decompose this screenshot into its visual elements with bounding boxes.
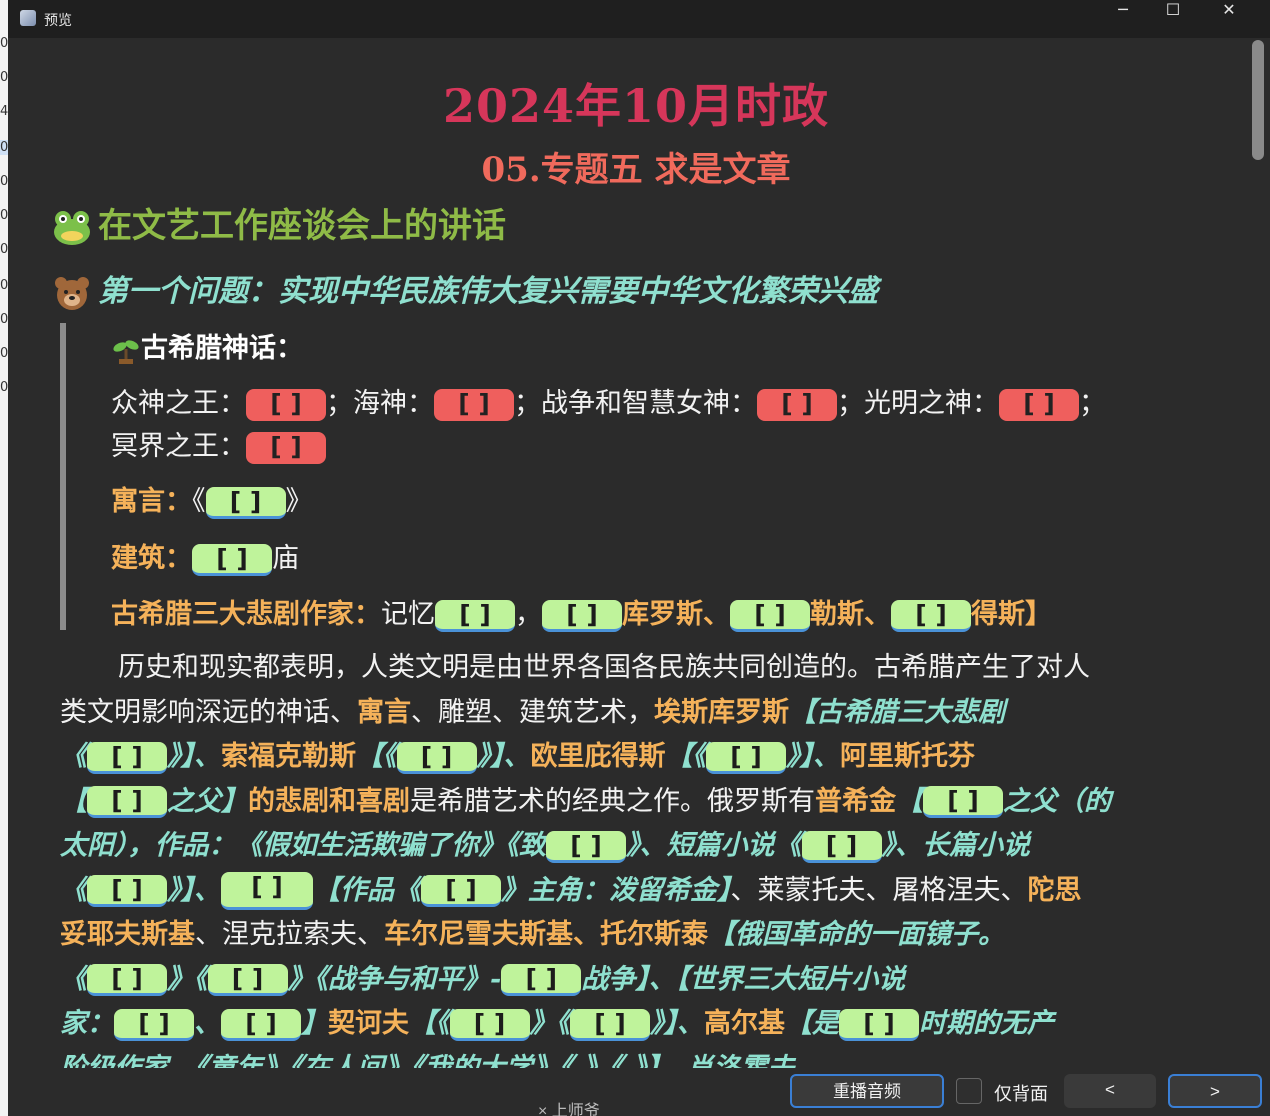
cloze-blank[interactable]: [ ] xyxy=(205,486,286,519)
page-subtitle: 05.专题五 求是文章 xyxy=(481,150,791,190)
frog-face-icon xyxy=(54,210,90,245)
cloze-blank[interactable]: [ ] xyxy=(730,599,810,632)
quote-line-architecture: 建筑：[ ] 庙 xyxy=(111,543,299,576)
subsection-title: 第一个问题：实现中华民族伟大复兴需要中华文化繁荣兴盛 xyxy=(98,274,878,309)
cloze-blank[interactable]: [ ] xyxy=(435,599,515,632)
bottom-toolbar: 重播音频 仅背面 < > xyxy=(8,1068,1270,1116)
seedling-icon xyxy=(113,339,139,364)
cloze-blank[interactable]: [ ] xyxy=(87,875,167,907)
background-window-edge: 0 0 4 0 0 0 0 0 0 0 0 xyxy=(0,0,9,1116)
back-only-checkbox[interactable] xyxy=(956,1078,982,1104)
preview-window: 预览 ─ ☐ ✕ 2024年10月时政 05.专题五 求是文章 在文艺工作座谈会… xyxy=(8,0,1270,1116)
body-paragraph: 历史和现实都表明，人类文明是由世界各国各民族共同创造的。古希腊产生了对人 类文明… xyxy=(60,652,1111,1068)
cloze-blank[interactable]: [ ] xyxy=(923,786,1003,818)
blockquote-bar xyxy=(60,323,66,630)
cloze-blank[interactable]: [ ] xyxy=(501,964,582,996)
quote-line-fable: 寓言：《[ ] 》 xyxy=(111,486,313,519)
cloze-blank[interactable]: [ ] xyxy=(801,830,882,863)
section-heading: 在文艺工作座谈会上的讲话 xyxy=(52,198,506,248)
bear-face-icon xyxy=(55,277,89,310)
cloze-blank[interactable]: [ ] xyxy=(570,1008,650,1041)
cloze-blank[interactable]: [ ] xyxy=(839,1008,919,1041)
replay-audio-button[interactable]: 重播音频 xyxy=(790,1074,944,1108)
underlying-window-text: × 上师爷 xyxy=(538,1103,600,1116)
quote-line-underworld: 冥界之王：[ ] xyxy=(111,424,326,464)
card-content: 2024年10月时政 05.专题五 求是文章 在文艺工作座谈会上的讲话 第一个问… xyxy=(8,38,1244,1068)
close-icon[interactable]: ✕ xyxy=(1200,0,1258,38)
cloze-blank[interactable]: [ ] xyxy=(207,964,288,996)
cloze-blank[interactable]: [ ] xyxy=(221,1008,301,1041)
quote-line-tragedians: 古希腊三大悲剧作家：记忆[ ]，[ ] 库罗斯、[ ] 勒斯、[ ] 得斯】 xyxy=(111,599,1052,632)
cloze-blank[interactable]: [ ] xyxy=(999,388,1079,421)
scrollbar-thumb[interactable] xyxy=(1252,40,1264,160)
subsection-heading: 第一个问题：实现中华民族伟大复兴需要中华文化繁荣兴盛 xyxy=(52,266,878,313)
cloze-blank[interactable]: [ ] xyxy=(421,875,501,907)
next-button[interactable]: > xyxy=(1168,1074,1262,1108)
cloze-blank-boxed[interactable]: [ ] xyxy=(221,872,313,910)
vertical-scrollbar[interactable] xyxy=(1244,38,1270,1068)
window-title: 预览 xyxy=(44,12,72,28)
cloze-blank[interactable]: [ ] xyxy=(114,1008,194,1041)
maximize-icon[interactable]: ☐ xyxy=(1144,0,1202,38)
cloze-blank[interactable]: [ ] xyxy=(546,830,626,863)
cloze-blank[interactable]: [ ] xyxy=(396,741,477,774)
cloze-blank[interactable]: [ ] xyxy=(87,786,167,818)
cloze-blank[interactable]: [ ] xyxy=(706,741,786,774)
cloze-blank[interactable]: [ ] xyxy=(434,388,514,421)
section-title: 在文艺工作座谈会上的讲话 xyxy=(98,206,506,246)
cloze-blank[interactable]: [ ] xyxy=(192,543,272,576)
cloze-blank[interactable]: [ ] xyxy=(449,1008,530,1041)
cloze-blank[interactable]: [ ] xyxy=(542,599,622,632)
app-icon xyxy=(20,10,36,26)
cloze-blank[interactable]: [ ] xyxy=(87,964,167,996)
cloze-blank[interactable]: [ ] xyxy=(87,741,167,774)
cloze-blank[interactable]: [ ] xyxy=(246,388,326,421)
quote-line-gods: 众神之王：[ ] ；海神：[ ] ；战争和智慧女神：[ ] ；光明之神：[ ]； xyxy=(111,388,1106,421)
quote-heading: 古希腊神话： xyxy=(111,326,303,365)
cloze-blank[interactable]: [ ] xyxy=(757,388,837,421)
previous-button[interactable]: < xyxy=(1064,1074,1156,1108)
title-bar[interactable]: 预览 ─ ☐ ✕ xyxy=(8,0,1270,38)
cloze-blank[interactable]: [ ] xyxy=(246,431,326,464)
cloze-blank[interactable]: [ ] xyxy=(891,599,971,632)
page-title: 2024年10月时政 xyxy=(442,79,830,133)
back-only-label: 仅背面 xyxy=(994,1084,1048,1104)
